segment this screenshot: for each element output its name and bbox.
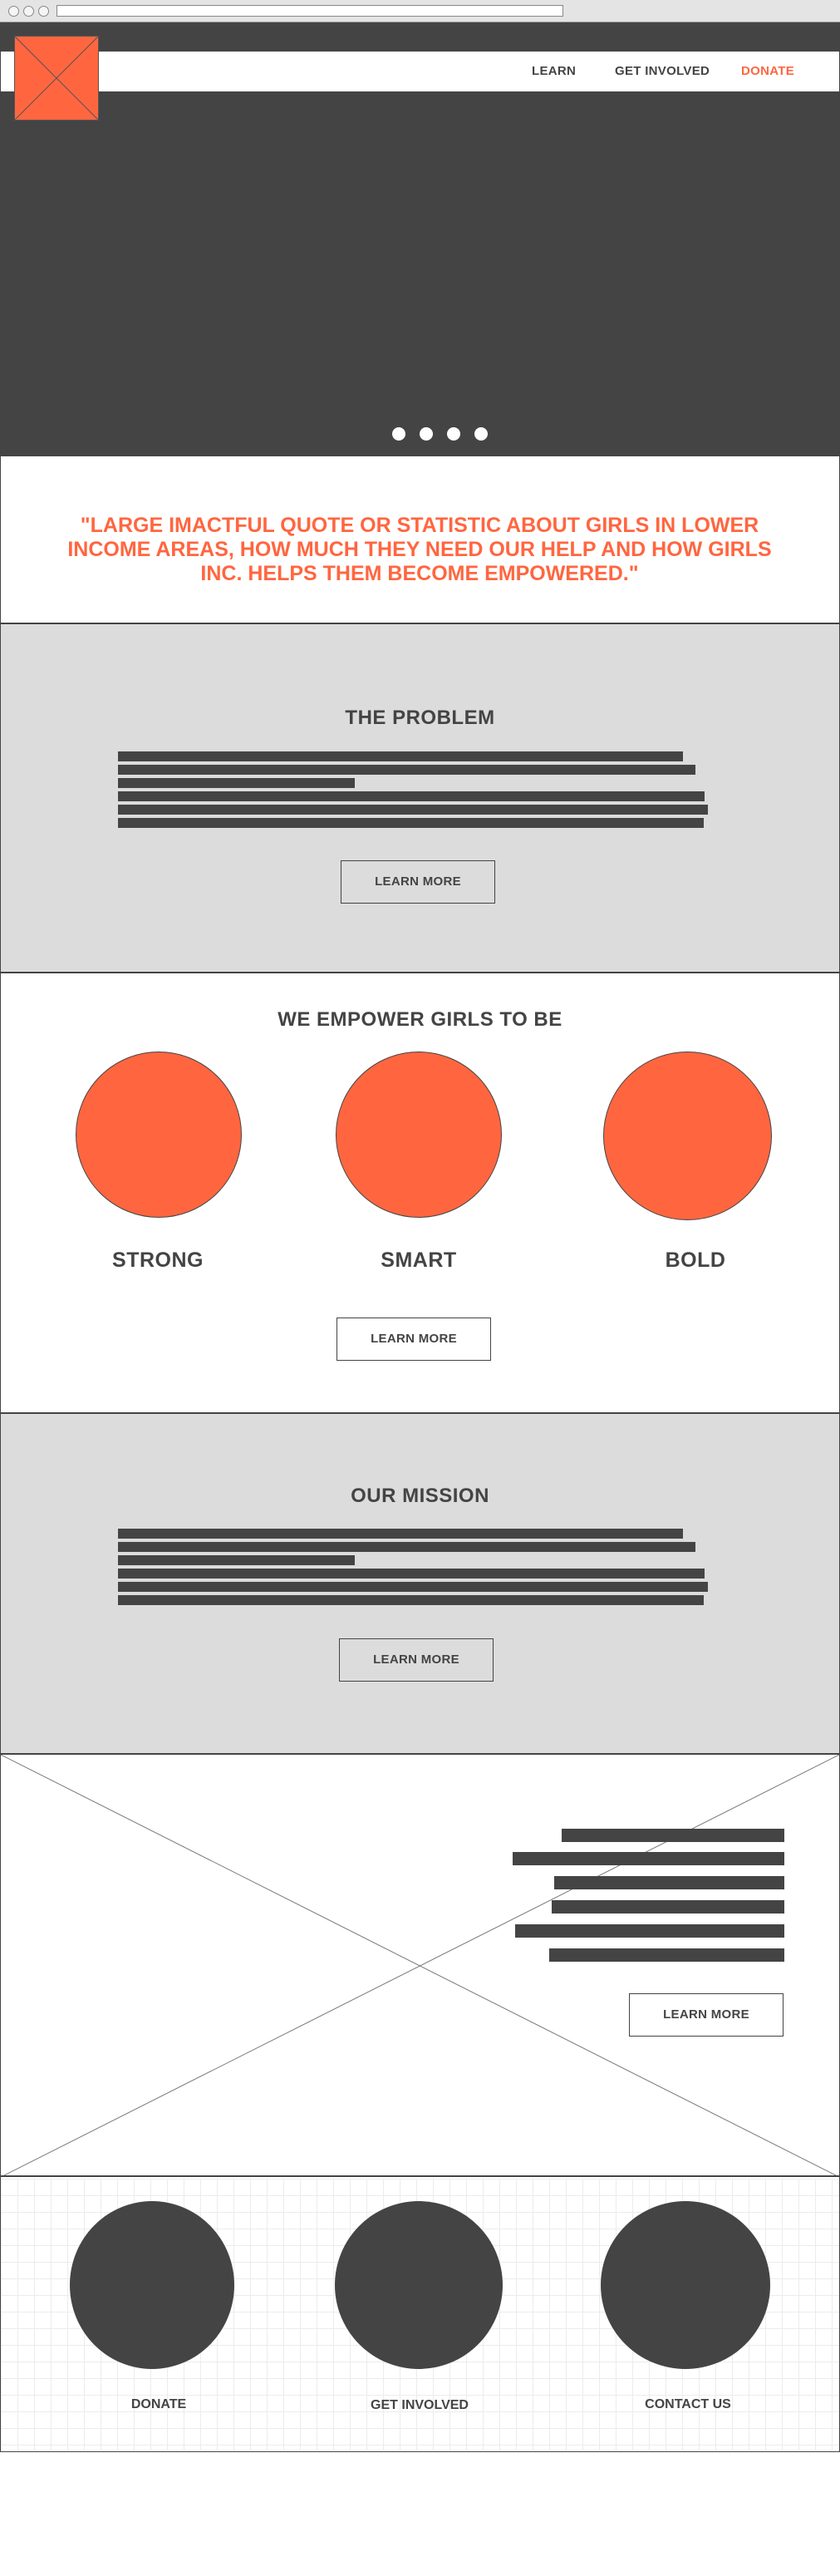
text-placeholder-line (552, 1900, 784, 1914)
window-minimize-icon[interactable] (23, 6, 34, 17)
text-placeholder-line (515, 1924, 784, 1938)
footer-donate-link[interactable]: DONATE (76, 2397, 242, 2412)
text-placeholder-line (118, 1569, 705, 1579)
bold-image (603, 1052, 772, 1220)
image-placeholder-icon (14, 36, 99, 121)
feature-learn-more-button[interactable]: LEARN MORE (629, 1993, 784, 2037)
empower-title: WE EMPOWER GIRLS TO BE (278, 1008, 562, 1031)
problem-learn-more-button[interactable]: LEARN MORE (341, 860, 495, 904)
footer-contact-us-link[interactable]: CONTACT US (605, 2397, 771, 2412)
quality-bold: BOLD (665, 1249, 726, 1272)
carousel-dot-1[interactable] (392, 427, 405, 441)
text-placeholder-line (554, 1876, 784, 1889)
nav-learn-link[interactable]: LEARN (532, 64, 576, 78)
mission-learn-more-button[interactable]: LEARN MORE (339, 1638, 494, 1682)
section-divider (1, 455, 839, 456)
logo-placeholder[interactable] (14, 36, 99, 121)
window-close-icon[interactable] (8, 6, 19, 17)
quality-strong: STRONG (112, 1249, 204, 1272)
text-placeholder-line (118, 778, 355, 788)
text-placeholder-line (118, 1595, 704, 1605)
text-placeholder-line (118, 791, 705, 801)
get-involved-image[interactable] (335, 2201, 503, 2369)
address-bar[interactable] (56, 5, 563, 17)
section-divider (1, 2175, 839, 2177)
nav-get-involved-link[interactable]: GET INVOLVED (615, 64, 710, 78)
carousel-dot-3[interactable] (447, 427, 460, 441)
nav-bar (1, 51, 839, 92)
text-placeholder-line (562, 1829, 784, 1842)
window-maximize-icon[interactable] (38, 6, 49, 17)
impact-quote: "LARGE IMACTFUL QUOTE OR STATISTIC ABOUT… (67, 514, 772, 585)
text-placeholder-line (118, 765, 695, 775)
text-placeholder-line (549, 1948, 784, 1962)
text-placeholder-line (118, 1555, 355, 1565)
text-placeholder-line (118, 805, 708, 815)
footer-get-involved-link[interactable]: GET INVOLVED (336, 2398, 503, 2413)
text-placeholder-line (118, 751, 683, 761)
empower-learn-more-button[interactable]: LEARN MORE (336, 1318, 491, 1361)
text-placeholder-line (513, 1852, 784, 1865)
text-placeholder-line (118, 818, 704, 828)
text-placeholder-line (118, 1542, 695, 1552)
mission-title: OUR MISSION (351, 1485, 489, 1507)
smart-image (336, 1052, 502, 1218)
text-placeholder-line (118, 1529, 683, 1539)
carousel-dot-4[interactable] (474, 427, 488, 441)
problem-title: THE PROBLEM (345, 707, 495, 729)
nav-donate-link[interactable]: DONATE (741, 64, 794, 78)
contact-us-image[interactable] (601, 2201, 770, 2369)
text-placeholder-line (118, 1582, 708, 1592)
carousel-dot-2[interactable] (420, 427, 433, 441)
quality-smart: SMART (381, 1249, 457, 1272)
donate-image[interactable] (70, 2201, 234, 2369)
strong-image (76, 1052, 242, 1218)
feature-image-placeholder (1, 1755, 839, 2177)
section-divider (1, 972, 839, 973)
